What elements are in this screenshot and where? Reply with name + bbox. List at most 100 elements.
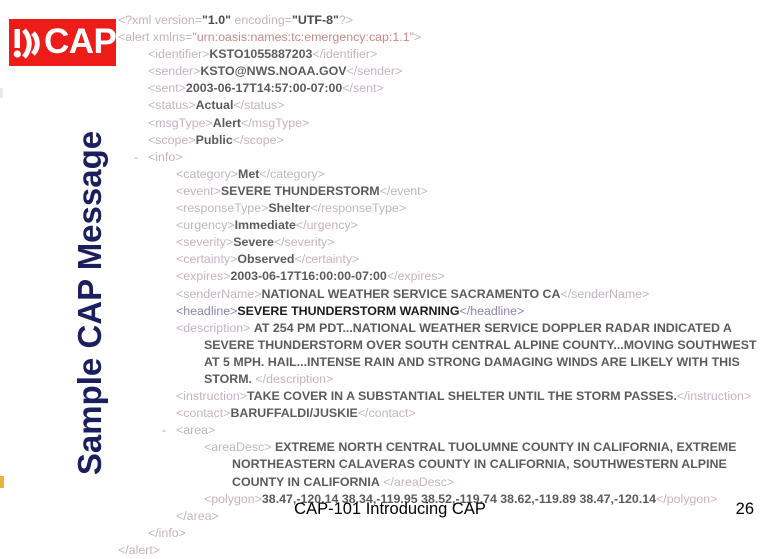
xml-encoding-value: "UTF-8"	[292, 13, 339, 27]
tag-close-open: </	[295, 218, 307, 233]
tag-name: senderName	[183, 286, 255, 301]
tag-close-end: >	[301, 115, 310, 130]
tag-close-end: >	[327, 235, 335, 250]
tag-close-name: scope	[243, 132, 277, 147]
tag-close-open: </	[459, 303, 471, 318]
tag-value: 2003-06-17T16:00:00-07:00	[230, 269, 387, 284]
tag-close-end: >	[277, 98, 285, 113]
tag-open-end: >	[239, 389, 247, 404]
tag-close-open: </	[560, 286, 572, 301]
tag-close-name: event	[390, 183, 421, 198]
areadesc-value: EXTREME NORTH CENTRAL TUOLUMNE COUNTY IN…	[232, 440, 737, 489]
tag-name: responseType	[183, 201, 262, 216]
footer-page-number: 26	[735, 500, 754, 518]
tag-name: certainty	[183, 252, 231, 267]
tag-close-end: >	[398, 201, 407, 216]
tag-close-open: </	[386, 269, 398, 284]
tag-close-end: >	[743, 389, 752, 404]
xml-element-urgency: <urgency>Immediate</urgency>	[118, 217, 773, 234]
alert-tag-open-close: >	[414, 30, 422, 45]
xml-element-sendername: <senderName>NATIONAL WEATHER SERVICE SAC…	[118, 286, 773, 303]
tag-close-open: </	[379, 183, 391, 198]
tag-open-end: >	[243, 320, 251, 335]
xml-element-msgtype: <msgType>Alert</msgType>	[118, 115, 773, 132]
tag-close-name: sent	[352, 81, 377, 96]
tag-close-open: </	[232, 132, 244, 147]
xml-declaration-line: <?xml version="1.0" encoding="UTF-8"?>	[118, 12, 773, 29]
tag-value: Alert	[212, 115, 242, 130]
xml-element-responsetype: <responseType>Shelter</responseType>	[118, 200, 773, 217]
tag-name: urgency	[183, 218, 228, 233]
tag-close-name: contact	[368, 406, 409, 421]
tag-close-open: </	[233, 98, 245, 113]
xml-encoding-label: encoding=	[231, 13, 292, 27]
tag-close-end: >	[376, 81, 384, 96]
tag-open-end: >	[213, 183, 221, 198]
tag-close-end: >	[642, 286, 650, 301]
xml-element-event: <event>SEVERE THUNDERSTORM</event>	[118, 183, 773, 200]
tag-close-open: </	[310, 201, 322, 216]
tag-value: NATIONAL WEATHER SERVICE SACRAMENTO CA	[261, 286, 561, 301]
tag-close-open: </	[312, 47, 324, 62]
area-collapse-toggle[interactable]: -	[162, 422, 166, 439]
tag-close-end: >	[352, 252, 360, 267]
tag-close-end: >	[446, 474, 455, 489]
alert-broadcast-icon	[13, 26, 43, 60]
info-collapse-toggle[interactable]: -	[134, 149, 138, 166]
xml-element-identifier: <identifier>KSTO1055887203</identifier>	[118, 46, 773, 63]
tag-open-end: >	[264, 440, 272, 455]
info-open-tag: <info>	[148, 149, 183, 164]
tag-name: instruction	[183, 389, 240, 404]
tag-close-open: </	[346, 64, 358, 79]
xml-element-severity: <severity>Severe</severity>	[118, 234, 773, 251]
tag-value: KSTO@NWS.NOAA.GOV	[200, 64, 347, 79]
tag-name: headline	[183, 303, 231, 318]
tag-open-end: >	[227, 218, 235, 233]
tag-name: contact	[183, 406, 224, 421]
tag-close-end: >	[369, 47, 378, 62]
xml-element-sender: <sender>KSTO@NWS.NOAA.GOV</sender>	[118, 63, 773, 80]
tag-close-end: >	[408, 406, 416, 421]
tag-value: Shelter	[268, 201, 311, 216]
tag-close-open: </	[294, 252, 306, 267]
tag-close-name: category	[270, 166, 318, 181]
tag-name: description	[183, 320, 244, 335]
xml-version-value: "1.0"	[202, 13, 232, 27]
xml-element-description: <description> AT 254 PM PDT...NATIONAL W…	[118, 320, 773, 388]
xml-element-areadesc: <areaDesc> EXTREME NORTH CENTRAL TUOLUMN…	[118, 439, 773, 490]
alert-namespace-value: "urn:oasis:names:tc:emergency:cap:1.1"	[192, 30, 414, 45]
xml-element-scope: <scope>Public</scope>	[118, 132, 773, 149]
page-title: Sample CAP Message	[71, 130, 108, 476]
tag-close-open: </	[259, 166, 271, 181]
left-edge-artifact-top	[0, 88, 3, 98]
tag-close-open: </	[676, 389, 688, 404]
cap-logo: CAP	[9, 19, 117, 66]
tag-name: status	[155, 98, 189, 113]
tag-close-name: severity	[284, 235, 328, 250]
tag-close-name: expires	[397, 269, 438, 284]
tag-close-name: areaDesc	[393, 474, 447, 489]
tag-close-name: description	[266, 371, 327, 386]
tag-name: identifier	[155, 47, 203, 62]
tag-open-end: >	[178, 81, 186, 96]
xml-element-certainty: <certainty>Observed</certainty>	[118, 251, 773, 268]
tag-value: Observed	[237, 252, 295, 267]
tag-name: severity	[183, 235, 226, 250]
tag-close-end: >	[420, 183, 428, 198]
tag-close-name: sender	[357, 64, 396, 79]
alert-close-tag: </alert>	[118, 542, 161, 557]
contact-value: BARUFFALDI/JUSKIE	[230, 406, 358, 421]
tag-value: Severe	[233, 235, 274, 250]
tag-name: expires	[183, 269, 224, 284]
alert-root-open-line: <alert xmlns="urn:oasis:names:tc:emergen…	[118, 29, 773, 46]
tag-name: sender	[155, 64, 194, 79]
instruction-value: TAKE COVER IN A SUBSTANTIAL SHELTER UNTI…	[246, 389, 677, 404]
tag-close-end: >	[517, 303, 525, 318]
xml-element-expires: <expires>2003-06-17T16:00:00-07:00</expi…	[118, 268, 773, 285]
tag-close-end: >	[350, 218, 358, 233]
tag-name: scope	[155, 132, 189, 147]
cap-logo-text: CAP	[44, 22, 117, 61]
xml-element-category: <category>Met</category>	[118, 166, 773, 183]
tag-close-name: urgency	[306, 218, 351, 233]
xml-element-contact: <contact>BARUFFALDI/JUSKIE</contact>	[118, 405, 773, 422]
